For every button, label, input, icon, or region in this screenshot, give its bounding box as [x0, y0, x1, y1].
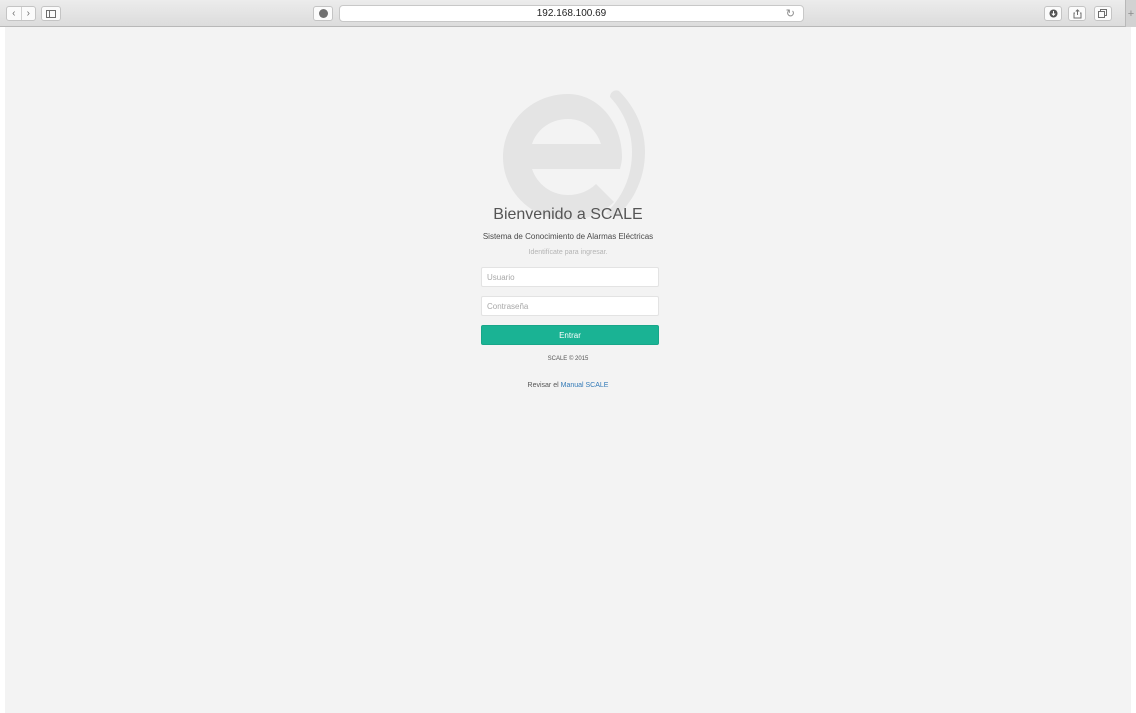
- privacy-button[interactable]: [313, 6, 333, 21]
- reload-icon[interactable]: ↻: [786, 7, 795, 20]
- new-tab-button[interactable]: +: [1125, 0, 1136, 27]
- copyright-text: SCALE © 2015: [547, 356, 589, 362]
- browser-toolbar: ‹ › 192.168.100.69 ↻ +: [0, 0, 1136, 27]
- scale-logo: [503, 90, 645, 220]
- share-icon: [1073, 8, 1081, 18]
- privacy-icon: [318, 9, 328, 18]
- page-title: Bienvenido a SCALE: [493, 206, 643, 223]
- tabs-icon: [1098, 9, 1107, 18]
- download-icon: [1049, 9, 1057, 18]
- manual-prefix: Revisar el: [527, 382, 559, 389]
- back-button[interactable]: ‹: [7, 7, 22, 20]
- page-subtitle: Sistema de Conocimiento de Alarmas Eléct…: [482, 232, 654, 241]
- login-button[interactable]: Entrar: [481, 325, 659, 345]
- nav-buttons: ‹ ›: [6, 6, 36, 21]
- sidebar-button[interactable]: [41, 6, 61, 21]
- tabs-button[interactable]: [1094, 6, 1112, 21]
- url-text: 192.168.100.69: [536, 8, 607, 19]
- manual-link[interactable]: Manual SCALE: [561, 382, 609, 389]
- address-bar[interactable]: 192.168.100.69 ↻: [339, 5, 804, 22]
- username-field[interactable]: [481, 267, 659, 287]
- downloads-button[interactable]: [1044, 6, 1062, 21]
- share-button[interactable]: [1068, 6, 1086, 21]
- sidebar-icon: [46, 9, 56, 18]
- forward-button[interactable]: ›: [22, 7, 36, 20]
- page-viewport: Bienvenido a SCALE Sistema de Conocimien…: [5, 27, 1131, 713]
- manual-line: Revisar el Manual SCALE: [5, 382, 1131, 389]
- plus-icon: +: [1127, 7, 1135, 20]
- password-field[interactable]: [481, 296, 659, 316]
- login-hint: Identifícate para ingresar.: [528, 249, 608, 256]
- window-border-right: [1131, 27, 1136, 713]
